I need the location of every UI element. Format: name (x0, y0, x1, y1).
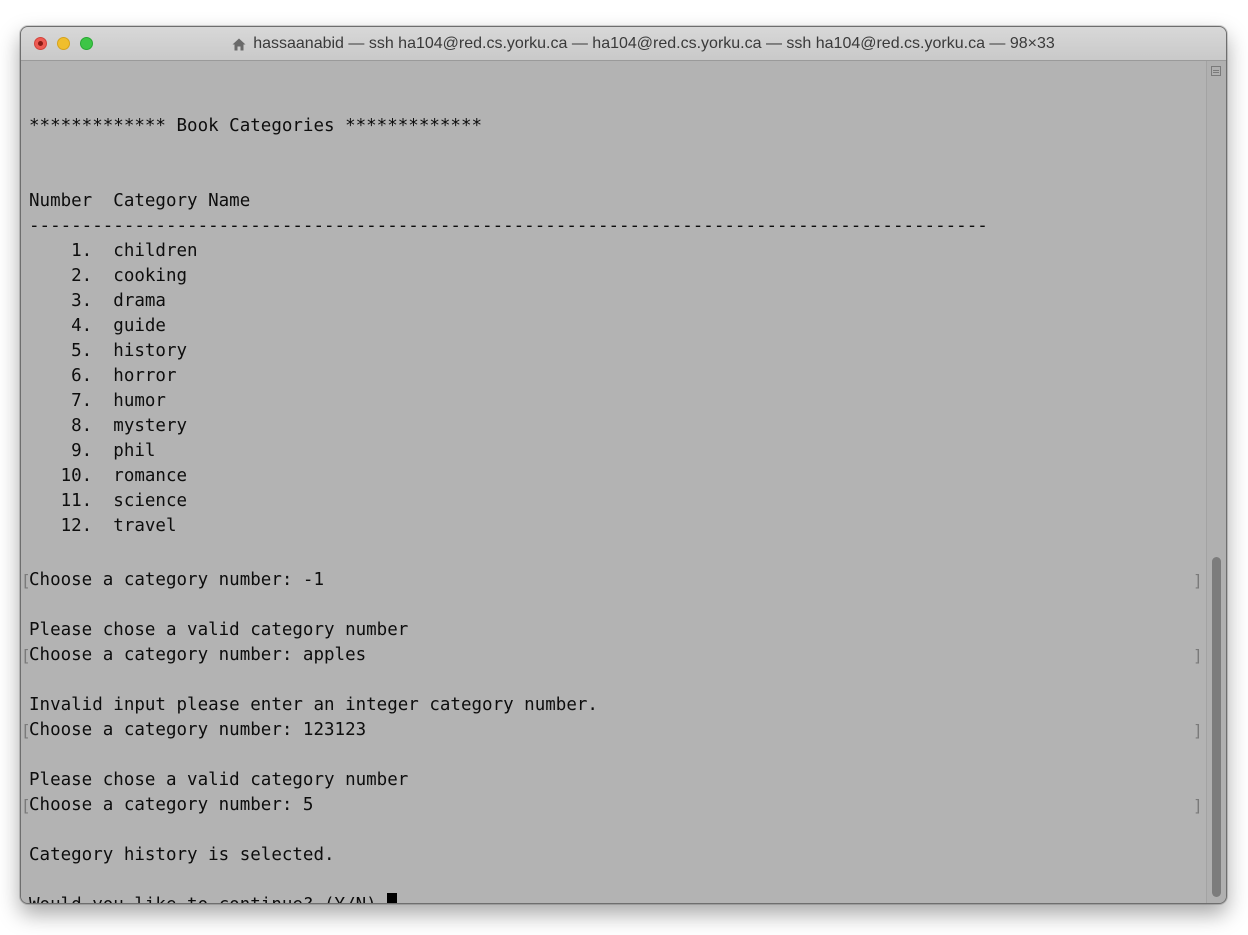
category-row: 9. phil (29, 441, 156, 461)
terminal-window: hassaanabid — ssh ha104@red.cs.yorku.ca … (20, 26, 1227, 904)
mark-bracket-right: ] (1193, 796, 1203, 815)
category-row: 11. science (29, 491, 188, 511)
error-message: Please chose a valid category number (29, 620, 409, 640)
separator-line: ----------------------------------------… (29, 216, 988, 236)
category-row: 6. horror (29, 366, 177, 386)
continue-prompt: Would you like to continue? (Y/N) (29, 895, 387, 903)
category-row: 8. mystery (29, 416, 188, 436)
prompt-line: Choose a category number: -1 (29, 570, 325, 590)
category-row: 5. history (29, 341, 188, 361)
scrollbar-thumb[interactable] (1212, 557, 1221, 897)
prompt-line: Choose a category number: 5 (29, 795, 314, 815)
category-row: 7. humor (29, 391, 166, 411)
continue-prompt-line[interactable]: Would you like to continue? (Y/N) (29, 893, 398, 903)
window-title: hassaanabid — ssh ha104@red.cs.yorku.ca … (253, 35, 1055, 52)
prompt-line: Choose a category number: apples (29, 645, 367, 665)
title-bar[interactable]: hassaanabid — ssh ha104@red.cs.yorku.ca … (21, 27, 1226, 61)
mark-bracket-right: ] (1193, 571, 1203, 590)
category-row: 4. guide (29, 316, 166, 336)
terminal-output[interactable]: ************* Book Categories **********… (21, 61, 1206, 903)
mark-bracket-right: ] (1193, 721, 1203, 740)
category-row: 12. travel (29, 516, 177, 536)
result-message: Category history is selected. (29, 845, 335, 865)
error-message: Invalid input please enter an integer ca… (29, 695, 598, 715)
category-row: 3. drama (29, 291, 166, 311)
column-headers: Number Category Name (29, 191, 251, 211)
header-line: ************* Book Categories **********… (29, 116, 483, 136)
title-container: hassaanabid — ssh ha104@red.cs.yorku.ca … (21, 27, 1226, 61)
mark-bracket-right: ] (1193, 646, 1203, 665)
vertical-scrollbar[interactable] (1206, 61, 1226, 903)
prompt-line: Choose a category number: 123123 (29, 720, 367, 740)
home-icon (232, 38, 246, 50)
category-row: 10. romance (29, 466, 188, 486)
split-pane-icon[interactable] (1211, 66, 1221, 76)
text-cursor (387, 893, 398, 903)
category-row: 1. children (29, 241, 198, 261)
error-message: Please chose a valid category number (29, 770, 409, 790)
category-row: 2. cooking (29, 266, 188, 286)
